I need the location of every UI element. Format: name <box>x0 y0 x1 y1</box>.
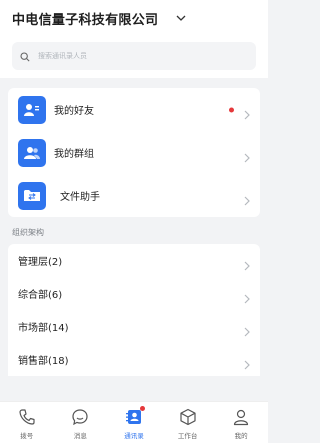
department-label: 管理层(2) <box>18 257 63 268</box>
phone-icon <box>16 406 38 428</box>
tab-label: 拨号 <box>20 432 34 440</box>
tab-me[interactable]: 我的 <box>214 402 268 443</box>
quick-access-card: 我的好友 我的群组 文件助手 <box>8 88 260 217</box>
chevron-right-icon <box>244 322 252 336</box>
chevron-right-icon <box>244 191 252 205</box>
chevron-right-icon <box>244 148 252 162</box>
quick-access-label: 我的群组 <box>54 149 94 160</box>
chat-icon <box>69 406 91 428</box>
chevron-right-icon <box>244 105 252 119</box>
chevron-right-icon <box>244 256 252 270</box>
tab-messages[interactable]: 消息 <box>54 402 108 443</box>
quick-access-friends[interactable]: 我的好友 <box>8 88 260 131</box>
contacts-icon <box>123 406 145 428</box>
quick-access-label: 我的好友 <box>54 106 94 117</box>
department-item[interactable]: 销售部(18) <box>8 343 260 376</box>
tab-workbench[interactable]: 工作台 <box>161 402 215 443</box>
folder-icon <box>18 181 46 210</box>
department-label: 市场部(14) <box>18 323 69 334</box>
org-section-title: 组织架构 <box>12 228 44 237</box>
tab-dial[interactable]: 拨号 <box>0 402 54 443</box>
tab-label: 消息 <box>73 432 87 440</box>
chevron-right-icon <box>244 355 252 369</box>
tab-contacts[interactable]: 通讯录 <box>107 402 161 443</box>
tab-label: 工作台 <box>177 432 198 440</box>
department-item[interactable]: 市场部(14) <box>8 310 260 343</box>
profile-icon <box>230 406 252 428</box>
group-icon <box>18 138 46 167</box>
search-bar[interactable] <box>12 42 256 70</box>
quick-access-label: 文件助手 <box>60 192 100 203</box>
bottom-tab-bar: 拨号 消息 通讯录 工作台 我的 <box>0 401 268 443</box>
chevron-right-icon <box>244 289 252 303</box>
notification-dot <box>229 107 234 112</box>
quick-access-file-assistant[interactable]: 文件助手 <box>8 174 260 217</box>
notification-dot <box>139 406 145 411</box>
department-list: 管理层(2) 综合部(6) 市场部(14) 销售部(18) <box>8 244 260 376</box>
tab-label: 通讯录 <box>124 432 144 440</box>
cube-icon <box>177 406 199 428</box>
search-icon <box>20 47 30 66</box>
company-name[interactable]: 中电信量子科技有限公司 <box>12 9 158 28</box>
department-item[interactable]: 管理层(2) <box>8 244 260 277</box>
tab-label: 我的 <box>234 432 248 440</box>
search-input[interactable] <box>38 52 218 60</box>
top-bar: 中电信量子科技有限公司 <box>0 0 268 36</box>
department-label: 销售部(18) <box>18 356 69 367</box>
search-section <box>0 36 268 78</box>
department-label: 综合部(6) <box>18 290 63 301</box>
person-card-icon <box>18 95 46 124</box>
quick-access-groups[interactable]: 我的群组 <box>8 131 260 174</box>
chevron-down-icon[interactable] <box>174 11 188 25</box>
department-item[interactable]: 综合部(6) <box>8 277 260 310</box>
